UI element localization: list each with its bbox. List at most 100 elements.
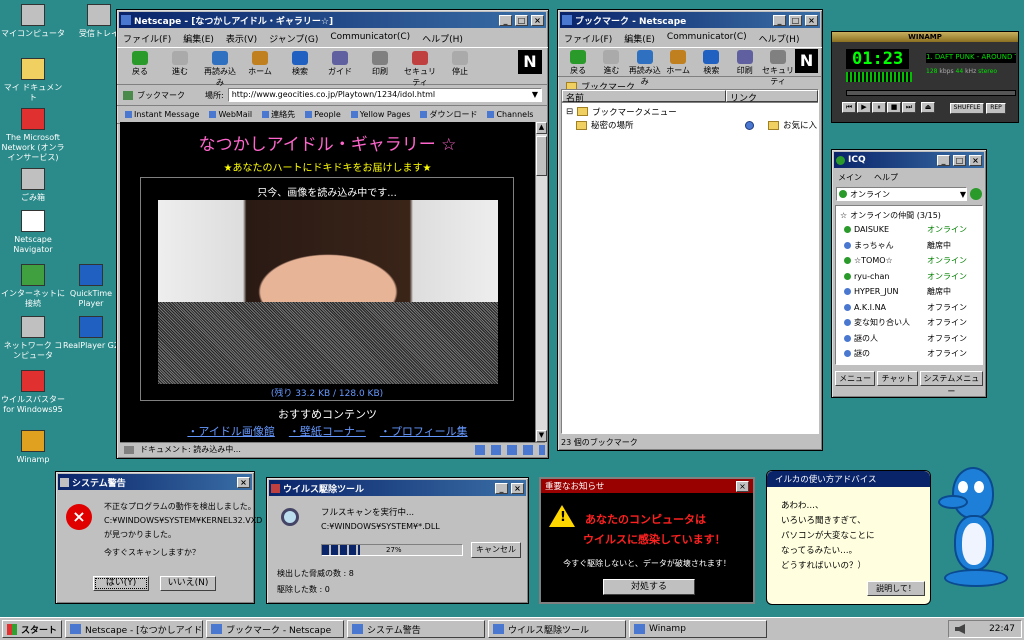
virus-titlebar[interactable]: ウイルス駆除ツール _ × — [269, 480, 526, 496]
toolbar-button[interactable]: 検索 — [695, 49, 727, 75]
url-field[interactable]: http://www.geocities.co.jp/Playtown/1234… — [227, 88, 542, 102]
security-lock-icon[interactable] — [124, 445, 134, 454]
minimize-icon[interactable]: _ — [937, 154, 950, 166]
toolbar-button[interactable]: ホーム — [243, 50, 277, 82]
toolbar-button[interactable]: ガイド — [323, 50, 357, 82]
bookmark-folder[interactable]: 秘密の場所 — [566, 119, 754, 133]
icq-titlebar[interactable]: ICQ _ □ × — [834, 152, 984, 168]
contact-row[interactable]: ☆TOMO☆ オンライン — [840, 253, 978, 269]
repeat-button[interactable]: REP — [986, 103, 1006, 114]
shuffle-button[interactable]: SHUFFLE — [950, 103, 984, 114]
eject-icon[interactable]: ⏏ — [921, 102, 935, 113]
taskbar-button[interactable]: Winamp — [629, 620, 767, 638]
winamp-titlebar[interactable]: WINAMP — [832, 32, 1018, 42]
menu-item[interactable]: ジャンプ(G) — [269, 32, 318, 45]
toolbar-button[interactable]: 検索 — [283, 50, 317, 82]
toolbar-button[interactable]: 停止 — [443, 50, 477, 82]
toolbar-button[interactable]: 印刷 — [363, 50, 397, 82]
desktop-icon[interactable]: インターネットに接続 — [0, 264, 66, 309]
netscape-logo-icon[interactable]: N — [518, 50, 542, 74]
recommend-link[interactable]: ・プロフィール集 — [380, 423, 468, 439]
vertical-scrollbar[interactable]: ▲ ▼ — [535, 122, 547, 442]
pause-icon[interactable]: ⏸ — [872, 102, 886, 113]
volume-icon[interactable] — [955, 624, 965, 634]
scroll-up-icon[interactable]: ▲ — [536, 122, 547, 134]
desktop-icon[interactable]: QuickTime Player — [58, 264, 124, 309]
minimize-icon[interactable]: _ — [495, 482, 508, 494]
alert-titlebar[interactable]: システム警告 × — [58, 474, 252, 490]
toolbar-button[interactable]: 進む — [163, 50, 197, 82]
menu-item[interactable]: メイン — [838, 172, 862, 183]
contact-row[interactable]: 謎の人 オフライン — [840, 331, 978, 347]
menu-item[interactable]: Communicator(C) — [330, 32, 410, 45]
menu-item[interactable]: Communicator(C) — [667, 32, 747, 45]
contact-row[interactable]: 謎の オフライン — [840, 346, 978, 362]
menu-item[interactable]: ヘルプ(H) — [759, 32, 800, 45]
taskbar-button[interactable]: システム警告 — [347, 620, 485, 638]
bookmark-root[interactable]: ⊟ ブックマークメニュー — [566, 105, 814, 119]
menu-item[interactable]: 編集(E) — [183, 32, 214, 45]
personal-toolbar-item[interactable]: 連絡先 — [262, 109, 295, 120]
maximize-icon[interactable]: □ — [953, 154, 966, 166]
stop-icon[interactable]: ■ — [887, 102, 901, 113]
contact-row[interactable]: DAISUKE オンライン — [840, 222, 978, 238]
desktop-icon[interactable]: ネットワーク コンピュータ — [0, 316, 66, 361]
personal-toolbar-item[interactable]: Instant Message — [125, 109, 199, 120]
play-icon[interactable]: ▶ — [857, 102, 871, 113]
toolbar-button[interactable]: 戻る — [562, 49, 594, 75]
expander-icon[interactable]: ⊟ — [566, 107, 573, 117]
maximize-icon[interactable]: □ — [789, 14, 802, 26]
menu-item[interactable]: 表示(V) — [226, 32, 257, 45]
menu-item[interactable]: ヘルプ — [874, 172, 898, 183]
desktop-icon[interactable]: Winamp — [0, 430, 66, 465]
desktop-icon[interactable]: マイコンピュータ — [0, 4, 66, 39]
menu-item[interactable]: ヘルプ(H) — [422, 32, 463, 45]
close-icon[interactable]: × — [511, 482, 524, 494]
explain-button[interactable]: 説明して！ — [867, 581, 925, 596]
col-name[interactable]: 名前 — [562, 90, 726, 104]
desktop-icon[interactable]: ごみ箱 — [0, 168, 66, 203]
no-button[interactable]: いいえ(N) — [160, 576, 216, 591]
status-select[interactable]: オンライン ▼ — [836, 187, 967, 201]
personal-toolbar-item[interactable]: People — [305, 109, 341, 120]
start-button[interactable]: スタート — [2, 620, 62, 638]
bookmarks-titlebar[interactable]: ブックマーク - Netscape _ □ × — [560, 12, 820, 28]
url-dropdown-icon[interactable]: ▼ — [532, 90, 538, 100]
menu-item[interactable]: ファイル(F) — [123, 32, 171, 45]
personal-toolbar-item[interactable]: ダウンロード — [420, 109, 477, 120]
col-link[interactable]: リンク — [726, 90, 818, 104]
component-bar-icons[interactable] — [475, 444, 545, 455]
cancel-button[interactable]: キャンセル — [471, 542, 521, 558]
desktop-icon[interactable]: Netscape Navigator — [0, 210, 66, 255]
online-group[interactable]: ☆ オンラインの仲間 (3/15) — [840, 208, 978, 222]
toolbar-button[interactable]: 印刷 — [729, 49, 761, 75]
icq-button[interactable]: チャット — [877, 371, 918, 386]
icq-button[interactable]: システムメニュー — [919, 371, 983, 396]
toolbar-button[interactable]: セキュリティ — [762, 49, 794, 86]
close-icon[interactable]: × — [237, 476, 250, 488]
personal-toolbar-item[interactable]: Channels — [487, 109, 533, 120]
taskbar-button[interactable]: Netscape - [なつかしアイド... — [65, 620, 203, 638]
toolbar-button[interactable]: 再読み込み — [203, 50, 237, 87]
yes-button[interactable]: はい(Y) — [93, 576, 149, 591]
desktop-icon[interactable]: The Microsoft Network (オンラインサービス) — [0, 108, 66, 163]
dolphin-assistant-icon[interactable] — [934, 465, 1018, 593]
netscape-logo-icon[interactable]: N — [795, 49, 818, 73]
close-icon[interactable]: × — [736, 480, 749, 492]
toolbar-button[interactable]: 戻る — [123, 50, 157, 82]
toolbar-button[interactable]: 進む — [595, 49, 627, 75]
scroll-thumb[interactable] — [536, 136, 547, 176]
desktop-icon[interactable]: RealPlayer G2 — [58, 316, 124, 351]
minimize-icon[interactable]: _ — [499, 14, 512, 26]
menu-item[interactable]: ファイル(F) — [564, 32, 612, 45]
bookmark-folder[interactable]: お気に入り（隠し） — [758, 119, 818, 133]
scroll-down-icon[interactable]: ▼ — [536, 430, 547, 442]
contact-row[interactable]: ryu-chan オンライン — [840, 269, 978, 285]
maximize-icon[interactable]: □ — [515, 14, 528, 26]
close-icon[interactable]: × — [531, 14, 544, 26]
taskbar-button[interactable]: ブックマーク - Netscape — [206, 620, 344, 638]
contact-row[interactable]: HYPER_JUN 離席中 — [840, 284, 978, 300]
close-icon[interactable]: × — [969, 154, 982, 166]
icq-button[interactable]: メニュー — [835, 371, 876, 386]
toolbar-button[interactable]: 再読み込み — [629, 49, 661, 86]
